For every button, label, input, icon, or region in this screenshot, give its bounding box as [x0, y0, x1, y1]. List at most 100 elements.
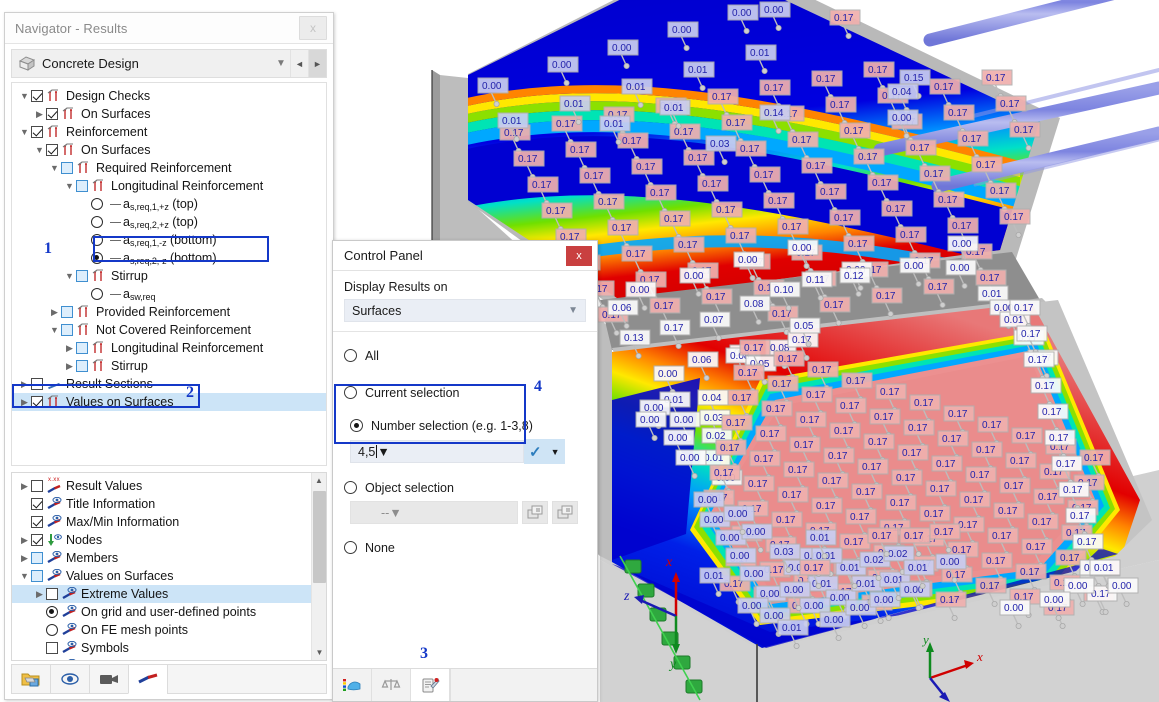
option-current-selection[interactable]: Current selection	[344, 383, 586, 402]
checkbox[interactable]	[46, 660, 58, 661]
select-objects-icon[interactable]	[522, 501, 548, 524]
radio-number-selection[interactable]	[350, 419, 363, 432]
tree-item-nodes[interactable]: ▶Nodes	[12, 531, 326, 549]
tree-item-a[interactable]: as,req,2,+z (top)	[12, 213, 326, 231]
radio-object-selection[interactable]	[344, 481, 357, 494]
tree-item-members[interactable]: ▶Members	[12, 549, 326, 567]
camera-icon[interactable]	[89, 664, 129, 694]
expander-toggle[interactable]: ▼	[48, 321, 61, 339]
checkbox[interactable]	[76, 270, 88, 282]
checkbox[interactable]	[31, 480, 43, 492]
tree-item-result-sections[interactable]: ▶Result Sections	[12, 375, 326, 393]
tree-item-longitudinal-reinforcement[interactable]: ▶Longitudinal Reinforcement	[12, 339, 326, 357]
checkbox[interactable]	[46, 108, 58, 120]
expander-toggle[interactable]: ▶	[18, 393, 31, 411]
tree-item-on-fe-mesh-points[interactable]: On FE mesh points	[12, 621, 326, 639]
check-icon[interactable]: ✓	[529, 443, 542, 461]
expander-toggle[interactable]: ▼	[63, 267, 76, 285]
tree-item-numbering[interactable]: Numbering	[12, 657, 326, 661]
checkbox[interactable]	[61, 324, 73, 336]
expander-toggle[interactable]: ▶	[18, 477, 31, 495]
number-selection-input[interactable]: 4,5 ▼	[350, 440, 524, 463]
tree-item-title-information[interactable]: Title Information	[12, 495, 326, 513]
navigator-toolbar[interactable]	[11, 664, 327, 694]
tree-item-longitudinal-reinforcement[interactable]: ▼Longitudinal Reinforcement	[12, 177, 326, 195]
radio-button[interactable]	[91, 252, 103, 264]
close-icon[interactable]: x	[566, 246, 592, 266]
radio-button[interactable]	[46, 624, 58, 636]
scroll-down-arrow[interactable]: ▼	[312, 645, 327, 660]
results-tree-upper[interactable]: ▼Design Checks▶On Surfaces▼Reinforcement…	[11, 82, 327, 466]
expander-toggle[interactable]: ▶	[48, 303, 61, 321]
results-icon[interactable]	[128, 664, 168, 694]
checkbox[interactable]	[46, 642, 58, 654]
expander-toggle[interactable]: ▼	[48, 159, 61, 177]
tree-item-a[interactable]: as,req,1,-z (bottom)	[12, 231, 326, 249]
checkbox[interactable]	[31, 516, 43, 528]
checkbox[interactable]	[31, 396, 43, 408]
close-icon[interactable]: x	[299, 16, 327, 40]
radio-button[interactable]	[46, 606, 58, 618]
views-eye-icon[interactable]	[50, 664, 90, 694]
tree-item-values-on-surfaces[interactable]: ▶Values on Surfaces	[12, 393, 326, 411]
chevron-down-icon[interactable]: ▼	[377, 445, 389, 459]
tree-item-on-surfaces[interactable]: ▶On Surfaces	[12, 105, 326, 123]
expander-toggle[interactable]: ▶	[33, 105, 46, 123]
checkbox[interactable]	[31, 570, 43, 582]
radio-all[interactable]	[344, 349, 357, 362]
tree-item-a[interactable]: as,req,2,-z (bottom)	[12, 249, 326, 267]
tree-item-not-covered-reinforcement[interactable]: ▼Not Covered Reinforcement	[12, 321, 326, 339]
control-panel-dialog[interactable]: Control Panel x Display Results on Surfa…	[332, 240, 598, 702]
expander-toggle[interactable]: ▼	[18, 87, 31, 105]
chevron-down-icon[interactable]: ▼	[389, 506, 401, 520]
prev-module-button[interactable]: ◄	[290, 50, 308, 77]
radio-current-selection[interactable]	[344, 386, 357, 399]
checkbox[interactable]	[76, 180, 88, 192]
checkbox[interactable]	[31, 126, 43, 138]
checkbox[interactable]	[76, 342, 88, 354]
option-all[interactable]: All	[344, 346, 586, 365]
color-scale-icon[interactable]	[333, 669, 372, 701]
display-results-on-select[interactable]: Surfaces ▼	[344, 299, 586, 322]
tree-item-a[interactable]: asw,req	[12, 285, 326, 303]
expander-toggle[interactable]: ▼	[18, 567, 31, 585]
expander-toggle[interactable]: ▶	[63, 339, 76, 357]
scroll-up-arrow[interactable]: ▲	[312, 473, 326, 488]
checkbox[interactable]	[31, 534, 43, 546]
tree-item-design-checks[interactable]: ▼Design Checks	[12, 87, 326, 105]
tree-item-result-values[interactable]: ▶x.xxResult Values	[12, 477, 326, 495]
checkbox[interactable]	[76, 360, 88, 372]
radio-button[interactable]	[91, 288, 103, 300]
tree-item-on-surfaces[interactable]: ▼On Surfaces	[12, 141, 326, 159]
expander-toggle[interactable]: ▶	[33, 585, 46, 603]
option-number-selection[interactable]: Number selection (e.g. 1-3,8)	[344, 416, 586, 435]
expander-toggle[interactable]: ▼	[33, 141, 46, 159]
tree-item-required-reinforcement[interactable]: ▼Required Reinforcement	[12, 159, 326, 177]
option-object-selection[interactable]: Object selection	[344, 478, 586, 497]
tree-item-extreme-values[interactable]: ▶Extreme Values	[12, 585, 311, 603]
navigator-results-panel[interactable]: Navigator - Results x Concrete Design ▼ …	[4, 12, 334, 700]
checkbox[interactable]	[31, 498, 43, 510]
chevron-down-icon[interactable]: ▼	[272, 58, 290, 69]
scroll-thumb[interactable]	[313, 491, 326, 583]
checkbox[interactable]	[46, 144, 58, 156]
tree-item-provided-reinforcement[interactable]: ▶Provided Reinforcement	[12, 303, 326, 321]
option-none[interactable]: None	[344, 538, 586, 557]
factors-scale-icon[interactable]	[372, 669, 411, 701]
results-tree-lower[interactable]: ▶x.xxResult ValuesTitle InformationMax/M…	[11, 472, 327, 661]
tree-item-stirrup[interactable]: ▶Stirrup	[12, 357, 326, 375]
deselect-objects-icon[interactable]	[552, 501, 578, 524]
chevron-down-icon[interactable]: ▼	[551, 447, 560, 457]
tree-item-a[interactable]: as,req,1,+z (top)	[12, 195, 326, 213]
expander-toggle[interactable]: ▶	[18, 375, 31, 393]
tree-item-symbols[interactable]: Symbols	[12, 639, 326, 657]
number-selection-confirm-group[interactable]: ✓ ▼	[524, 439, 565, 464]
display-properties-icon[interactable]	[411, 669, 450, 701]
checkbox[interactable]	[31, 90, 43, 102]
radio-button[interactable]	[91, 234, 103, 246]
expander-toggle[interactable]: ▶	[63, 357, 76, 375]
checkbox[interactable]	[31, 378, 43, 390]
checkbox[interactable]	[31, 552, 43, 564]
checkbox[interactable]	[61, 306, 73, 318]
radio-button[interactable]	[91, 198, 103, 210]
